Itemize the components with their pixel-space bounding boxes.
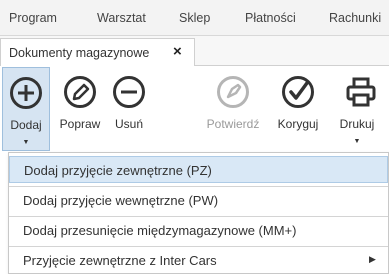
menu-item-add-pw[interactable]: Dodaj przyjęcie wewnętrzne (PW): [9, 187, 388, 214]
menu-item-program[interactable]: Program: [9, 11, 57, 25]
menu-item-inter-cars[interactable]: Przyjęcie zewnętrzne z Inter Cars ▶: [9, 247, 388, 274]
confirm-button[interactable]: Potwierdź: [200, 67, 266, 151]
menu-bar: Program Warsztat Sklep Płatności Rachunk…: [0, 0, 389, 36]
print-button[interactable]: Drukuj ▼: [332, 67, 382, 151]
add-dropdown-menu: Dodaj przyjęcie zewnętrzne (PZ) Dodaj pr…: [8, 152, 389, 274]
correct-button-label: Koryguj: [277, 117, 319, 131]
pencil-circle-icon: [64, 76, 96, 108]
tab-dokumenty-magazynowe[interactable]: Dokumenty magazynowe ×: [0, 38, 195, 66]
minus-circle-icon: [113, 76, 145, 108]
toolbar: Dodaj ▼ Popraw Usuń Potwierdź Koryguj Dr…: [0, 67, 389, 151]
menu-item-add-pz[interactable]: Dodaj przyjęcie zewnętrzne (PZ): [9, 156, 388, 183]
add-button[interactable]: Dodaj ▼: [2, 67, 50, 151]
confirm-button-label: Potwierdź: [206, 117, 260, 131]
delete-button-label: Usuń: [114, 117, 143, 131]
print-button-label: Drukuj: [339, 117, 375, 131]
close-icon[interactable]: ×: [173, 42, 182, 62]
edit-button[interactable]: Popraw: [54, 67, 106, 151]
printer-icon: [346, 77, 376, 107]
checkmark-circle-icon: [282, 76, 314, 108]
chevron-down-icon: ▼: [353, 138, 361, 145]
menu-item-rachunki[interactable]: Rachunki: [329, 11, 381, 25]
plus-circle-icon: [10, 77, 42, 109]
add-button-label: Dodaj: [10, 118, 42, 132]
stamp-icon: [217, 76, 249, 108]
chevron-right-icon: ▶: [369, 254, 376, 264]
correct-button[interactable]: Koryguj: [268, 67, 328, 151]
menu-item-label: Dodaj przyjęcie zewnętrzne (PZ): [24, 163, 212, 178]
menu-item-label: Dodaj przyjęcie wewnętrzne (PW): [23, 193, 219, 208]
chevron-down-icon: ▼: [22, 139, 30, 146]
menu-item-label: Przyjęcie zewnętrzne z Inter Cars: [23, 253, 217, 268]
tab-label: Dokumenty magazynowe: [9, 46, 150, 60]
delete-button[interactable]: Usuń: [106, 67, 152, 151]
menu-item-label: Dodaj przesunięcie międzymagazynowe (MM+…: [23, 223, 297, 238]
edit-button-label: Popraw: [59, 117, 101, 131]
menu-item-platnosci[interactable]: Płatności: [245, 11, 296, 25]
tab-strip: Dokumenty magazynowe ×: [0, 36, 389, 66]
menu-item-add-mm[interactable]: Dodaj przesunięcie międzymagazynowe (MM+…: [9, 217, 388, 244]
menu-item-sklep[interactable]: Sklep: [179, 11, 210, 25]
menu-item-warsztat[interactable]: Warsztat: [97, 11, 146, 25]
